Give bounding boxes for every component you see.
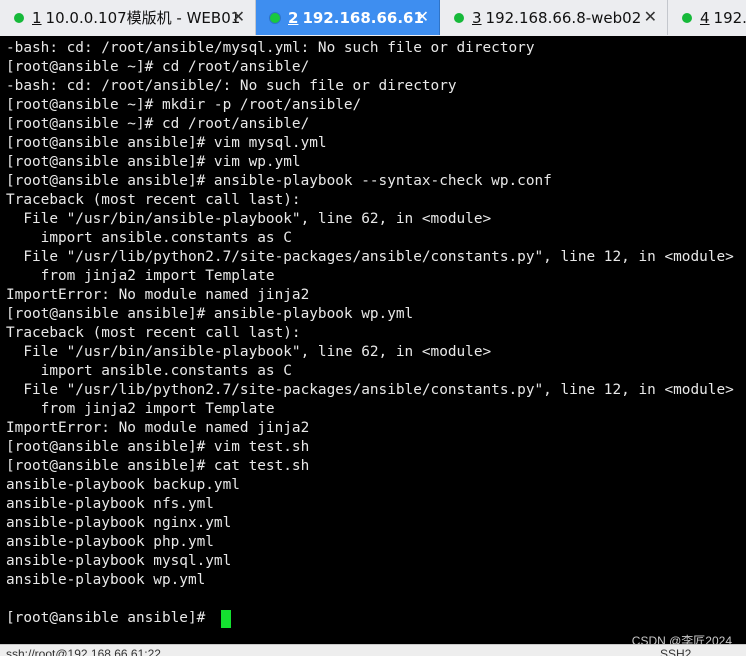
terminal-line: [root@ansible ansible]# ansible-playbook… [6,306,414,322]
terminal-line: from jinja2 import Template [6,268,275,284]
terminal-line: [root@ansible ansible]# vim test.sh [6,439,310,455]
connected-status-icon [14,12,24,23]
terminal-line: Traceback (most recent call last): [6,192,301,208]
tab-session-3[interactable]: 3 192.168.66.8-web02 ✕ [440,0,668,35]
terminal-line: ansible-playbook nfs.yml [6,496,214,512]
terminal-line: -bash: cd: /root/ansible/: No such file … [6,78,457,94]
terminal-line: import ansible.constants as C [6,363,292,379]
terminal-line: Traceback (most recent call last): [6,325,301,341]
terminal-line: [root@ansible ~]# mkdir -p /root/ansible… [6,97,362,113]
close-icon[interactable]: ✕ [644,9,657,25]
connected-status-icon [682,12,692,23]
terminal-line: File "/usr/lib/python2.7/site-packages/a… [6,249,734,265]
terminal-lines: -bash: cd: /root/ansible/mysql.yml: No s… [6,39,734,628]
tab-label: 192.168.66.8-web02 [485,8,642,27]
terminal-line: [root@ansible ~]# cd /root/ansible/ [6,116,310,132]
tab-number: 1 [32,8,42,27]
terminal-cursor [221,610,231,628]
terminal-line: [root@ansible ansible]# vim wp.yml [6,154,301,170]
tab-bar: 1 10.0.0.107模版机 - WEB01 ✕ 2 192.168.66.6… [0,0,746,37]
terminal-line: [root@ansible ansible]# vim mysql.yml [6,135,327,151]
terminal-line: File "/usr/bin/ansible-playbook", line 6… [6,344,492,360]
terminal-line: from jinja2 import Template [6,401,275,417]
tab-session-2[interactable]: 2 192.168.66.61 ✕ [256,0,440,35]
terminal-line: [root@ansible ansible]# [6,610,214,626]
terminal-line: ImportError: No module named jinja2 [6,420,310,436]
status-bar: ssh://root@192.168.66.61:22 SSH2 [0,644,746,656]
tab-number: 2 [288,8,299,27]
terminal-line: File "/usr/bin/ansible-playbook", line 6… [6,211,492,227]
terminal-line: ansible-playbook php.yml [6,534,214,550]
terminal-line: ansible-playbook backup.yml [6,477,240,493]
tab-label: 192.168.66.61 [302,8,424,27]
terminal-line: ansible-playbook nginx.yml [6,515,232,531]
terminal-line: ImportError: No module named jinja2 [6,287,310,303]
close-icon[interactable]: ✕ [232,9,245,25]
connected-status-icon [454,12,464,23]
terminal-line: File "/usr/lib/python2.7/site-packages/a… [6,382,734,398]
close-icon[interactable]: ✕ [416,9,429,25]
tab-label: 10.0.0.107模版机 - WEB01 [45,9,241,27]
tab-number: 3 [472,8,482,27]
terminal-line: [root@ansible ansible]# cat test.sh [6,458,310,474]
connected-status-icon [270,12,280,23]
terminal-line: import ansible.constants as C [6,230,292,246]
tab-session-1[interactable]: 1 10.0.0.107模版机 - WEB01 ✕ [0,0,256,35]
terminal-line: -bash: cd: /root/ansible/mysql.yml: No s… [6,40,535,56]
tab-label: 192.1 [713,8,746,27]
terminal-line: ansible-playbook wp.yml [6,572,206,588]
watermark: CSDN @李匠2024 [631,634,732,644]
terminal-line: [root@ansible ~]# cd /root/ansible/ [6,59,310,75]
tab-session-4[interactable]: 4 192.1 [668,0,746,35]
terminal-line: [root@ansible ansible]# ansible-playbook… [6,173,552,189]
terminal-output[interactable]: -bash: cd: /root/ansible/mysql.yml: No s… [0,36,746,644]
tab-number: 4 [700,8,710,27]
terminal-line: ansible-playbook mysql.yml [6,553,232,569]
